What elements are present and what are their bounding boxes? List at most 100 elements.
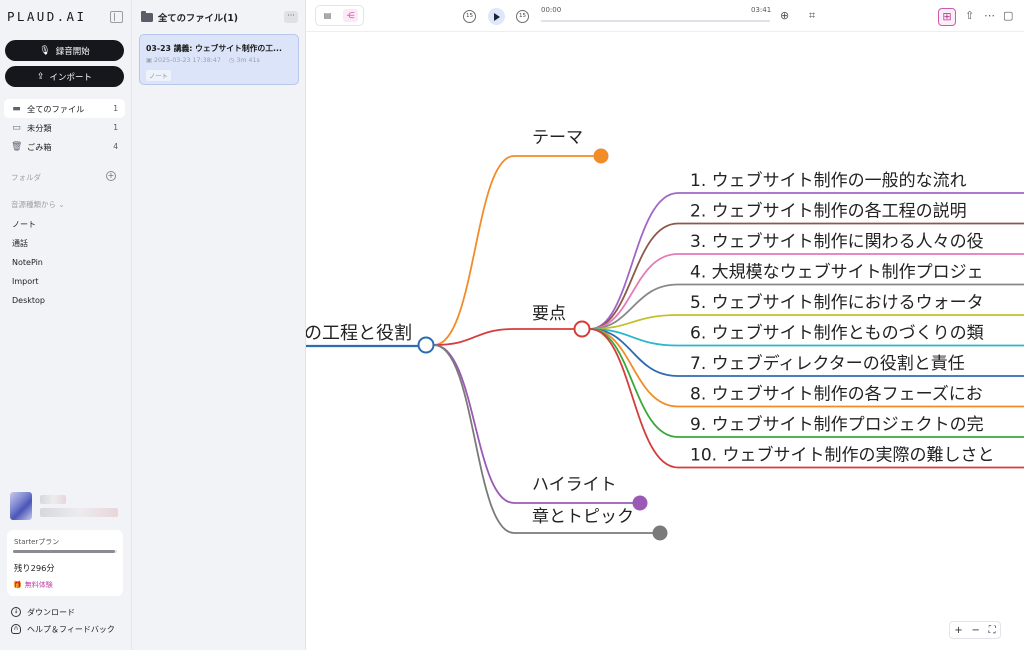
collapse-sidebar-icon[interactable] — [110, 11, 123, 23]
gift-icon: 🎁 — [13, 581, 22, 589]
sub-branch-label[interactable]: 9. ウェブサイト制作プロジェクトの完 — [690, 414, 984, 435]
branch-label[interactable]: ハイライト — [532, 475, 617, 495]
blurred-email — [40, 508, 118, 517]
download-label: ダウンロード — [27, 608, 75, 617]
forward-15-icon[interactable]: 15 — [516, 10, 529, 23]
mindmap-view-icon[interactable]: ⋲ — [343, 9, 358, 22]
root-node-label[interactable]: の工程と役割 — [306, 323, 412, 344]
sub-branch-connector — [589, 222, 679, 330]
current-time: 00:00 — [541, 6, 562, 14]
trash-icon: 🗑 — [11, 141, 23, 152]
branch-connector — [433, 155, 515, 346]
sub-branch-label[interactable]: 5. ウェブサイト制作におけるウォータ — [690, 292, 984, 313]
sub-branch-connector — [589, 328, 679, 469]
source-section-label[interactable]: 音源種類から ⌄ — [11, 199, 65, 210]
inbox-icon: ▭ — [12, 122, 21, 133]
source-section-text: 音源種類から — [11, 200, 56, 209]
free-trial-link[interactable]: 🎁 無料体験 — [13, 580, 53, 590]
file-list-header: 全てのファイル(1) — [141, 10, 238, 24]
sidebar-item-count: 4 — [113, 142, 118, 151]
file-duration: ◷ 3m 41s — [229, 57, 260, 64]
file-title: 03-23 講義: ウェブサイト制作の工... — [146, 44, 282, 53]
folder-section-label[interactable]: フォルダ — [11, 172, 41, 183]
branch-connector — [433, 344, 515, 504]
total-time: 03:41 — [751, 6, 772, 14]
file-list-panel: 全てのファイル(1) ··· 03-23 講義: ウェブサイト制作の工... ▣… — [132, 0, 306, 650]
share-icon[interactable]: ⇧ — [965, 9, 974, 22]
source-item-import[interactable]: Import — [12, 277, 39, 286]
free-trial-label: 無料体験 — [24, 581, 53, 589]
file-date-text: 2025-03-23 17:38:47 — [153, 57, 221, 64]
branch-connector — [433, 344, 515, 534]
download-icon: ↓ — [11, 607, 21, 617]
sub-branch-label[interactable]: 1. ウェブサイト制作の一般的な流れ — [690, 170, 967, 191]
add-folder-icon[interactable]: + — [106, 171, 116, 181]
sub-branch-label[interactable]: 6. ウェブサイト制作とものづくりの類 — [690, 323, 984, 344]
sidebar-item-count: 1 — [113, 123, 118, 132]
sidebar-item-label: ごみ箱 — [27, 141, 52, 152]
sub-branch-label[interactable]: 4. 大規模なウェブサイト制作プロジェ — [690, 262, 984, 283]
record-button[interactable]: 🎙 録音開始 — [5, 40, 124, 61]
sub-branch-label[interactable]: 3. ウェブサイト制作に関わる人々の役 — [690, 231, 984, 252]
sub-branch-label[interactable]: 2. ウェブサイト制作の各工程の説明 — [690, 201, 967, 222]
root-node-circle — [417, 336, 435, 354]
more-icon[interactable]: ⋯ — [984, 9, 995, 22]
source-item-note[interactable]: ノート — [12, 219, 36, 230]
sidebar-item-all-files[interactable]: ▬ 全てのファイル 1 — [4, 99, 125, 118]
source-item-notepin[interactable]: NotePin — [12, 258, 43, 267]
file-date: ▣ 2025-03-23 17:38:47 — [146, 57, 221, 64]
file-duration-text: 3m 41s — [236, 57, 260, 64]
view-toggle: ▤ ⋲ — [315, 5, 364, 26]
logo: PLAUD.AI — [7, 9, 87, 24]
calendar-icon: ▣ — [146, 57, 154, 64]
gift-button[interactable]: ⊞ — [938, 8, 956, 26]
more-options-button[interactable]: ··· — [284, 11, 298, 23]
file-list-title: 全てのファイル(1) — [158, 13, 239, 24]
download-link[interactable]: ↓ ダウンロード — [11, 607, 75, 618]
source-item-desktop[interactable]: Desktop — [12, 296, 45, 305]
main-panel: ▤ ⋲ 15 15 00:00 03:41 ⊕ ⌗ ⊞ ⇧ ⋯ ▢ の工程と役割… — [306, 0, 1024, 650]
seek-bar[interactable] — [541, 20, 770, 22]
fit-screen-button[interactable]: ⛶ — [989, 625, 996, 636]
play-button[interactable] — [488, 8, 505, 25]
zoom-in-button[interactable]: + — [954, 625, 962, 636]
sub-branch-label[interactable]: 8. ウェブサイト制作の各フェーズにお — [690, 384, 983, 405]
sidebar-item-unsorted[interactable]: ▭ 未分類 1 — [4, 118, 125, 137]
branch-connector — [433, 328, 515, 346]
app-window: PLAUD.AI 🎙 録音開始 ⇪ インポート ▬ 全てのファイル 1 ▭ 未分… — [0, 0, 1024, 650]
help-label: ヘルプ＆フィードバック — [27, 625, 115, 634]
zoom-search-icon[interactable]: ⊕ — [780, 9, 789, 22]
sub-branch-label[interactable]: 7. ウェブディレクターの役割と責任 — [690, 353, 965, 374]
blurred-username — [40, 495, 66, 504]
branch-label[interactable]: 要点 — [532, 304, 566, 324]
mindmap-canvas[interactable]: の工程と役割 テーマ要点ハイライト章とトピック 1. ウェブサイト制作の一般的な流れ… — [306, 33, 1024, 650]
sub-branch-connector — [589, 192, 679, 330]
rewind-15-icon[interactable]: 15 — [463, 10, 476, 23]
import-label: インポート — [49, 72, 93, 83]
branch-label[interactable]: テーマ — [532, 128, 583, 148]
plan-usage-fill — [13, 550, 115, 553]
toolbar: ▤ ⋲ 15 15 00:00 03:41 ⊕ ⌗ ⊞ ⇧ ⋯ ▢ — [306, 0, 1024, 32]
mindmap-svg: の工程と役割 テーマ要点ハイライト章とトピック 1. ウェブサイト制作の一般的な流れ… — [306, 128, 1024, 541]
sidebar-item-trash[interactable]: 🗑 ごみ箱 4 — [4, 137, 125, 156]
file-card[interactable]: 03-23 講義: ウェブサイト制作の工... ▣ 2025-03-23 17:… — [139, 34, 299, 85]
document-view-icon[interactable]: ▤ — [320, 9, 335, 22]
crop-icon[interactable]: ⌗ — [809, 9, 815, 23]
zoom-out-button[interactable]: − — [971, 625, 979, 636]
sidebar-item-count: 1 — [113, 104, 118, 113]
sidebar-item-label: 全てのファイル — [27, 103, 85, 114]
import-icon: ⇪ — [36, 71, 45, 82]
help-link[interactable]: ∩ ヘルプ＆フィードバック — [11, 624, 121, 636]
source-item-call[interactable]: 通話 — [12, 238, 28, 249]
import-button[interactable]: ⇪ インポート — [5, 66, 124, 87]
branch-terminal-dot — [593, 148, 609, 164]
branch-label[interactable]: 章とトピック — [532, 507, 634, 527]
sub-branch-label[interactable]: 10. ウェブサイト制作の実際の難しさと — [690, 445, 994, 466]
plan-card: Starterプラン 残り296分 🎁 無料体験 — [7, 530, 123, 596]
file-meta: ▣ 2025-03-23 17:38:47 ◷ 3m 41s — [146, 57, 260, 64]
branch-terminal-dot — [632, 495, 648, 511]
comment-icon[interactable]: ▢ — [1003, 9, 1013, 22]
headset-icon: ∩ — [11, 624, 21, 634]
folder-icon — [141, 10, 153, 22]
avatar — [10, 492, 32, 520]
